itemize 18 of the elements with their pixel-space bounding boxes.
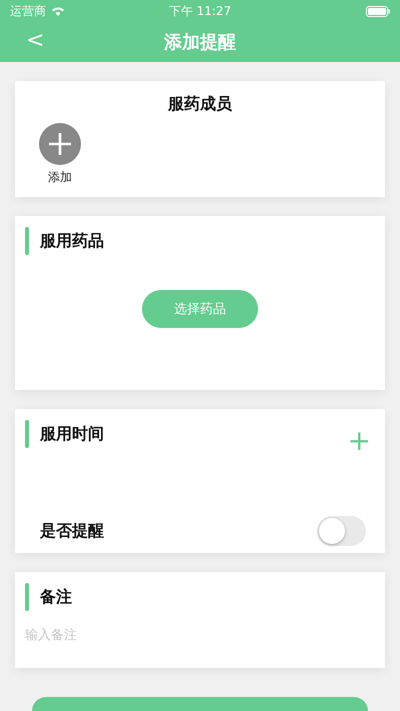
reminder-label: 是否提醒 [40,520,104,542]
page-title: 添加提醒 [164,31,236,54]
medicine-title: 服用药品 [40,230,105,252]
time-title: 服用时间 [40,424,105,444]
note-title: 备注 [40,586,73,608]
wifi-icon [51,6,65,16]
back-button[interactable]: < [22,28,48,53]
add-member-button[interactable] [39,123,81,165]
carrier-label: 运营商 [10,2,46,20]
add-label: 添加 [48,169,72,186]
submit-button[interactable] [32,697,368,711]
plus-icon [48,132,72,156]
battery-icon [366,6,390,16]
select-medicine-button[interactable]: 选择药品 [142,290,258,328]
reminder-switch[interactable] [317,516,366,546]
status-time: 下午 11:27 [168,2,232,20]
add-time-button[interactable]: + [348,427,371,455]
members-title: 服药成员 [166,94,233,115]
